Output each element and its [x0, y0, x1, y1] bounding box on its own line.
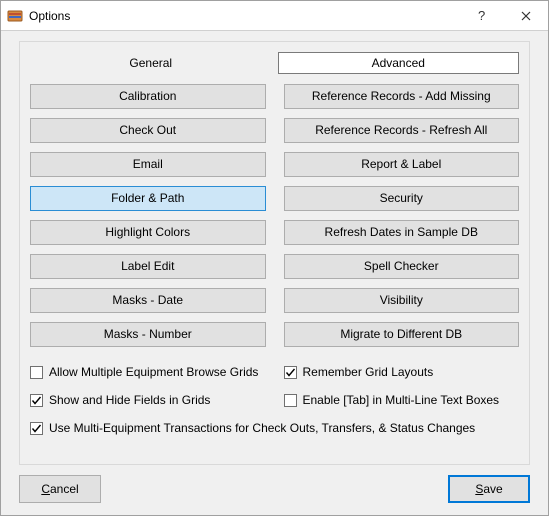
btn-masks-number[interactable]: Masks - Number: [30, 322, 266, 347]
tab-advanced[interactable]: Advanced: [278, 52, 520, 74]
footer: Cancel Save: [19, 465, 530, 507]
btn-spell-checker[interactable]: Spell Checker: [284, 254, 520, 279]
options-window: Options ? General Advanced Calibration R…: [0, 0, 549, 516]
titlebar: Options ?: [1, 1, 548, 31]
chk-label: Allow Multiple Equipment Browse Grids: [49, 365, 258, 379]
options-panel: General Advanced Calibration Reference R…: [19, 41, 530, 465]
checkbox-icon: [284, 366, 297, 379]
checkbox-icon: [30, 422, 43, 435]
cancel-button[interactable]: Cancel: [19, 475, 101, 503]
chk-label: Use Multi-Equipment Transactions for Che…: [49, 421, 475, 435]
checkbox-icon: [30, 366, 43, 379]
chk-label: Show and Hide Fields in Grids: [49, 393, 210, 407]
checkbox-area: Allow Multiple Equipment Browse Grids Re…: [30, 365, 519, 435]
btn-highlight-colors[interactable]: Highlight Colors: [30, 220, 266, 245]
btn-security[interactable]: Security: [284, 186, 520, 211]
close-button[interactable]: [504, 1, 548, 31]
btn-migrate-db[interactable]: Migrate to Different DB: [284, 322, 520, 347]
client-area: General Advanced Calibration Reference R…: [1, 31, 548, 515]
btn-report-label[interactable]: Report & Label: [284, 152, 520, 177]
app-icon: [7, 8, 23, 24]
chk-remember-grid[interactable]: Remember Grid Layouts: [284, 365, 520, 379]
btn-calibration[interactable]: Calibration: [30, 84, 266, 109]
chk-allow-multiple[interactable]: Allow Multiple Equipment Browse Grids: [30, 365, 266, 379]
chk-label: Remember Grid Layouts: [303, 365, 434, 379]
btn-folder-path[interactable]: Folder & Path: [30, 186, 266, 211]
tab-general[interactable]: General: [30, 52, 272, 74]
help-button[interactable]: ?: [460, 1, 504, 31]
chk-use-multi[interactable]: Use Multi-Equipment Transactions for Che…: [30, 421, 519, 435]
btn-ref-refresh-all[interactable]: Reference Records - Refresh All: [284, 118, 520, 143]
option-button-grid: Calibration Reference Records - Add Miss…: [30, 84, 519, 347]
btn-ref-add-missing[interactable]: Reference Records - Add Missing: [284, 84, 520, 109]
chk-show-hide[interactable]: Show and Hide Fields in Grids: [30, 393, 266, 407]
btn-visibility[interactable]: Visibility: [284, 288, 520, 313]
svg-text:?: ?: [478, 9, 485, 23]
tab-row: General Advanced: [30, 52, 519, 74]
btn-email[interactable]: Email: [30, 152, 266, 177]
btn-label-edit[interactable]: Label Edit: [30, 254, 266, 279]
checkbox-icon: [30, 394, 43, 407]
window-title: Options: [29, 9, 460, 23]
btn-masks-date[interactable]: Masks - Date: [30, 288, 266, 313]
btn-refresh-sample-db[interactable]: Refresh Dates in Sample DB: [284, 220, 520, 245]
btn-check-out[interactable]: Check Out: [30, 118, 266, 143]
checkbox-icon: [284, 394, 297, 407]
chk-enable-tab[interactable]: Enable [Tab] in Multi-Line Text Boxes: [284, 393, 520, 407]
save-button[interactable]: Save: [448, 475, 530, 503]
chk-label: Enable [Tab] in Multi-Line Text Boxes: [303, 393, 500, 407]
